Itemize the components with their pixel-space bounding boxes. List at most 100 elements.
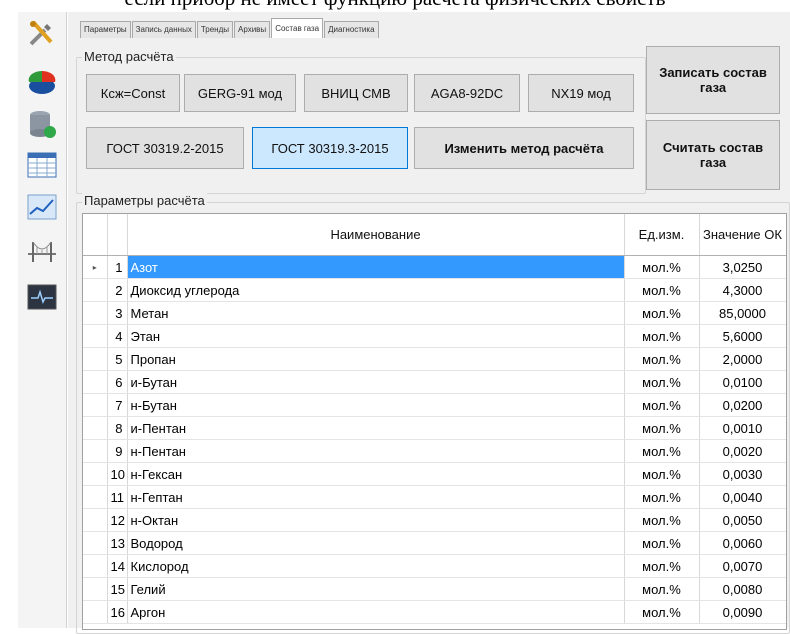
- row-number: 2: [107, 278, 128, 302]
- component-value[interactable]: 0,0030: [699, 462, 786, 486]
- method-gerg91-button[interactable]: GERG-91 мод: [184, 74, 296, 112]
- component-name[interactable]: н-Бутан: [127, 393, 625, 417]
- component-name[interactable]: Диоксид углерода: [127, 278, 625, 302]
- component-name[interactable]: Аргон: [127, 600, 625, 624]
- component-unit[interactable]: мол.%: [624, 393, 700, 417]
- component-value[interactable]: 0,0050: [699, 508, 786, 532]
- table-row[interactable]: 6 и-Бутан мол.% 0,0100: [83, 370, 786, 394]
- pie-chart-icon[interactable]: [22, 64, 62, 102]
- method-gost-3-button[interactable]: ГОСТ 30319.3-2015: [252, 127, 408, 169]
- component-value[interactable]: 0,0090: [699, 600, 786, 624]
- component-value[interactable]: 85,0000: [699, 301, 786, 325]
- value-column-header[interactable]: Значение ОК: [699, 214, 786, 256]
- tab-parameters[interactable]: Параметры: [80, 21, 131, 38]
- component-name[interactable]: н-Октан: [127, 508, 625, 532]
- tools-icon[interactable]: [22, 14, 62, 52]
- component-value[interactable]: 0,0200: [699, 393, 786, 417]
- component-name[interactable]: Этан: [127, 324, 625, 348]
- component-unit[interactable]: мол.%: [624, 462, 700, 486]
- component-value[interactable]: 0,0080: [699, 577, 786, 601]
- component-value[interactable]: 2,0000: [699, 347, 786, 371]
- row-selector: [83, 439, 108, 463]
- component-unit[interactable]: мол.%: [624, 370, 700, 394]
- component-name[interactable]: Водород: [127, 531, 625, 555]
- table-row[interactable]: 3 Метан мол.% 85,0000: [83, 301, 786, 325]
- method-aga8-button[interactable]: AGA8-92DC: [414, 74, 520, 112]
- component-name[interactable]: Азот: [127, 255, 625, 279]
- component-unit[interactable]: мол.%: [624, 439, 700, 463]
- main-panel: Параметры Запись данных Тренды Архивы Со…: [68, 12, 790, 634]
- table-row[interactable]: 4 Этан мол.% 5,6000: [83, 324, 786, 348]
- tab-gas-composition[interactable]: Состав газа: [271, 18, 324, 38]
- component-name[interactable]: Гелий: [127, 577, 625, 601]
- trend-chart-icon[interactable]: [22, 188, 62, 226]
- table-row[interactable]: 8 и-Пентан мол.% 0,0010: [83, 416, 786, 440]
- change-method-button[interactable]: Изменить метод расчёта: [414, 127, 634, 169]
- table-row[interactable]: 11 н-Гептан мол.% 0,0040: [83, 485, 786, 509]
- table-row[interactable]: ▸ 1 Азот мол.% 3,0250: [83, 255, 786, 279]
- tab-archives[interactable]: Архивы: [234, 21, 271, 38]
- component-name[interactable]: Кислород: [127, 554, 625, 578]
- tab-data-recording[interactable]: Запись данных: [131, 21, 196, 38]
- method-gost-2-button[interactable]: ГОСТ 30319.2-2015: [86, 127, 244, 169]
- row-selector: [83, 393, 108, 417]
- row-number: 4: [107, 324, 128, 348]
- component-name[interactable]: и-Пентан: [127, 416, 625, 440]
- component-unit[interactable]: мол.%: [624, 416, 700, 440]
- component-name[interactable]: Пропан: [127, 347, 625, 371]
- tab-diagnostics[interactable]: Диагностика: [324, 21, 379, 38]
- table-row[interactable]: 10 н-Гексан мол.% 0,0030: [83, 462, 786, 486]
- component-value[interactable]: 0,0100: [699, 370, 786, 394]
- table-row[interactable]: 9 н-Пентан мол.% 0,0020: [83, 439, 786, 463]
- component-unit[interactable]: мол.%: [624, 577, 700, 601]
- table-row[interactable]: 7 н-Бутан мол.% 0,0200: [83, 393, 786, 417]
- table-row[interactable]: 14 Кислород мол.% 0,0070: [83, 554, 786, 578]
- component-name[interactable]: н-Пентан: [127, 439, 625, 463]
- database-icon[interactable]: [22, 106, 62, 144]
- bridge-icon[interactable]: [22, 232, 62, 270]
- read-composition-button[interactable]: Считать состав газа: [646, 120, 780, 190]
- component-value[interactable]: 0,0040: [699, 485, 786, 509]
- component-value[interactable]: 0,0010: [699, 416, 786, 440]
- name-column-header[interactable]: Наименование: [127, 214, 625, 256]
- component-unit[interactable]: мол.%: [624, 278, 700, 302]
- write-composition-button[interactable]: Записать состав газа: [646, 46, 780, 114]
- unit-column-header[interactable]: Ед.изм.: [624, 214, 700, 256]
- method-vnic-smv-button[interactable]: ВНИЦ СМВ: [304, 74, 408, 112]
- component-unit[interactable]: мол.%: [624, 255, 700, 279]
- method-kszh-const-button[interactable]: Ксж=Const: [86, 74, 180, 112]
- table-row[interactable]: 16 Аргон мол.% 0,0090: [83, 600, 786, 624]
- component-unit[interactable]: мол.%: [624, 301, 700, 325]
- component-unit[interactable]: мол.%: [624, 508, 700, 532]
- table-icon[interactable]: [22, 146, 62, 184]
- component-value[interactable]: 0,0070: [699, 554, 786, 578]
- component-unit[interactable]: мол.%: [624, 600, 700, 624]
- table-row[interactable]: 15 Гелий мол.% 0,0080: [83, 577, 786, 601]
- row-selector: [83, 600, 108, 624]
- component-name[interactable]: и-Бутан: [127, 370, 625, 394]
- component-unit[interactable]: мол.%: [624, 554, 700, 578]
- row-number: 6: [107, 370, 128, 394]
- component-unit[interactable]: мол.%: [624, 324, 700, 348]
- row-number: 3: [107, 301, 128, 325]
- component-value[interactable]: 3,0250: [699, 255, 786, 279]
- tab-trends[interactable]: Тренды: [196, 21, 234, 38]
- table-row[interactable]: 13 Водород мол.% 0,0060: [83, 531, 786, 555]
- component-name[interactable]: н-Гептан: [127, 485, 625, 509]
- component-value[interactable]: 4,3000: [699, 278, 786, 302]
- table-row[interactable]: 2 Диоксид углерода мол.% 4,3000: [83, 278, 786, 302]
- component-value[interactable]: 5,6000: [699, 324, 786, 348]
- table-row[interactable]: 5 Пропан мол.% 2,0000: [83, 347, 786, 371]
- component-unit[interactable]: мол.%: [624, 531, 700, 555]
- monitor-icon[interactable]: [22, 278, 62, 316]
- table-row[interactable]: 12 н-Октан мол.% 0,0050: [83, 508, 786, 532]
- component-name[interactable]: Метан: [127, 301, 625, 325]
- method-nx19-button[interactable]: NX19 мод: [528, 74, 634, 112]
- component-unit[interactable]: мол.%: [624, 347, 700, 371]
- component-value[interactable]: 0,0060: [699, 531, 786, 555]
- row-number: 8: [107, 416, 128, 440]
- row-selector: [83, 531, 108, 555]
- component-value[interactable]: 0,0020: [699, 439, 786, 463]
- component-unit[interactable]: мол.%: [624, 485, 700, 509]
- component-name[interactable]: н-Гексан: [127, 462, 625, 486]
